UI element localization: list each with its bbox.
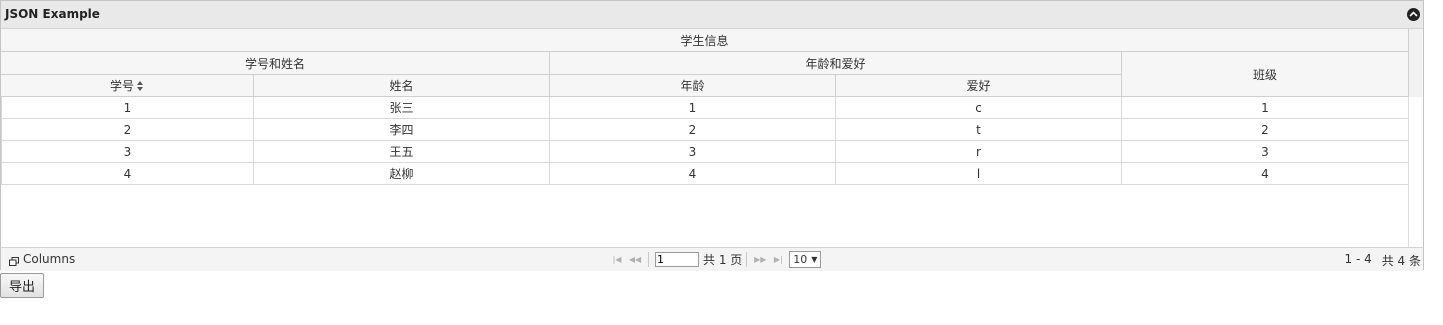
column-header-hobby[interactable]: 爱好 xyxy=(836,75,1122,97)
cell-name: 李四 xyxy=(254,119,550,141)
group-header-id-name: 学号和姓名 xyxy=(1,52,550,75)
pager-divider xyxy=(648,252,649,267)
cell-hobby: c xyxy=(836,97,1122,119)
total-pages-text: 共 1 页 xyxy=(703,253,743,267)
cell-student-id: 4 xyxy=(1,163,254,185)
column-header-student-id[interactable]: 学号 xyxy=(1,75,254,97)
export-button[interactable]: 导出 xyxy=(0,273,44,298)
cell-name: 张三 xyxy=(254,97,550,119)
table-row[interactable]: 3 王五 3 r 3 xyxy=(1,141,1409,163)
record-info: 1 - 4 共 4 条 xyxy=(1345,252,1422,269)
cell-class: 4 xyxy=(1122,163,1409,185)
columns-icon xyxy=(9,255,19,266)
cell-age: 3 xyxy=(550,141,836,163)
table-row[interactable]: 1 张三 1 c 1 xyxy=(1,97,1409,119)
table-row[interactable]: 4 赵柳 4 l 4 xyxy=(1,163,1409,185)
column-header-student-id-label: 学号 xyxy=(109,79,134,93)
dropdown-arrow-icon: ▼ xyxy=(811,255,818,264)
cell-hobby: r xyxy=(836,141,1122,163)
cell-age: 4 xyxy=(550,163,836,185)
page-size-value: 10 xyxy=(793,253,808,266)
group-header-age-hobby: 年龄和爱好 xyxy=(550,52,1122,75)
grid-titlebar: JSON Example xyxy=(1,1,1423,29)
total-records: 共 4 条 xyxy=(1381,254,1421,268)
grid-body: 1 张三 1 c 1 2 李四 2 t 2 3 王五 3 r 3 4 赵柳 4 … xyxy=(1,97,1423,247)
cell-name: 赵柳 xyxy=(254,163,550,185)
last-page-icon[interactable]: ▶| xyxy=(769,253,787,267)
cell-class: 1 xyxy=(1122,97,1409,119)
cell-age: 2 xyxy=(550,119,836,141)
cell-name: 王五 xyxy=(254,141,550,163)
vertical-scrollbar[interactable] xyxy=(1408,97,1423,247)
cell-student-id: 1 xyxy=(1,97,254,119)
column-header-age[interactable]: 年龄 xyxy=(550,75,836,97)
columns-button[interactable]: Columns xyxy=(9,252,75,266)
pager-bar: Columns |◀ ◀◀ 共 1 页 ▶▶ ▶| 10 ▼ 1 - 4 共 4… xyxy=(1,247,1423,271)
cell-hobby: l xyxy=(836,163,1122,185)
current-page-input[interactable] xyxy=(655,252,699,267)
cell-age: 1 xyxy=(550,97,836,119)
sort-icon[interactable] xyxy=(137,80,144,91)
cell-class: 2 xyxy=(1122,119,1409,141)
previous-page-icon[interactable]: ◀◀ xyxy=(626,253,644,267)
pager-divider xyxy=(746,252,748,267)
pager-controls: |◀ ◀◀ 共 1 页 ▶▶ ▶| 10 ▼ xyxy=(608,251,822,268)
cell-hobby: t xyxy=(836,119,1122,141)
first-page-icon[interactable]: |◀ xyxy=(608,253,626,267)
record-range: 1 - 4 xyxy=(1344,252,1372,266)
table-row[interactable]: 2 李四 2 t 2 xyxy=(1,119,1409,141)
cell-student-id: 2 xyxy=(1,119,254,141)
collapse-icon[interactable] xyxy=(1407,8,1420,21)
grid-title: JSON Example xyxy=(5,7,100,21)
cell-student-id: 3 xyxy=(1,141,254,163)
group-header-student-info: 学生信息 xyxy=(1,29,1409,52)
column-header-class[interactable]: 班级 xyxy=(1122,52,1409,97)
grid-header: 学生信息 学号和姓名 年龄和爱好 班级 学号 姓名 年龄 爱好 xyxy=(1,29,1423,97)
columns-label: Columns xyxy=(23,252,76,266)
column-header-name[interactable]: 姓名 xyxy=(254,75,550,97)
json-example-grid: JSON Example 学生信息 学号和姓名 年龄和爱好 班级 学号 姓名 年… xyxy=(0,0,1424,271)
page-size-select[interactable]: 10 ▼ xyxy=(789,251,822,268)
next-page-icon[interactable]: ▶▶ xyxy=(751,253,769,267)
cell-class: 3 xyxy=(1122,141,1409,163)
